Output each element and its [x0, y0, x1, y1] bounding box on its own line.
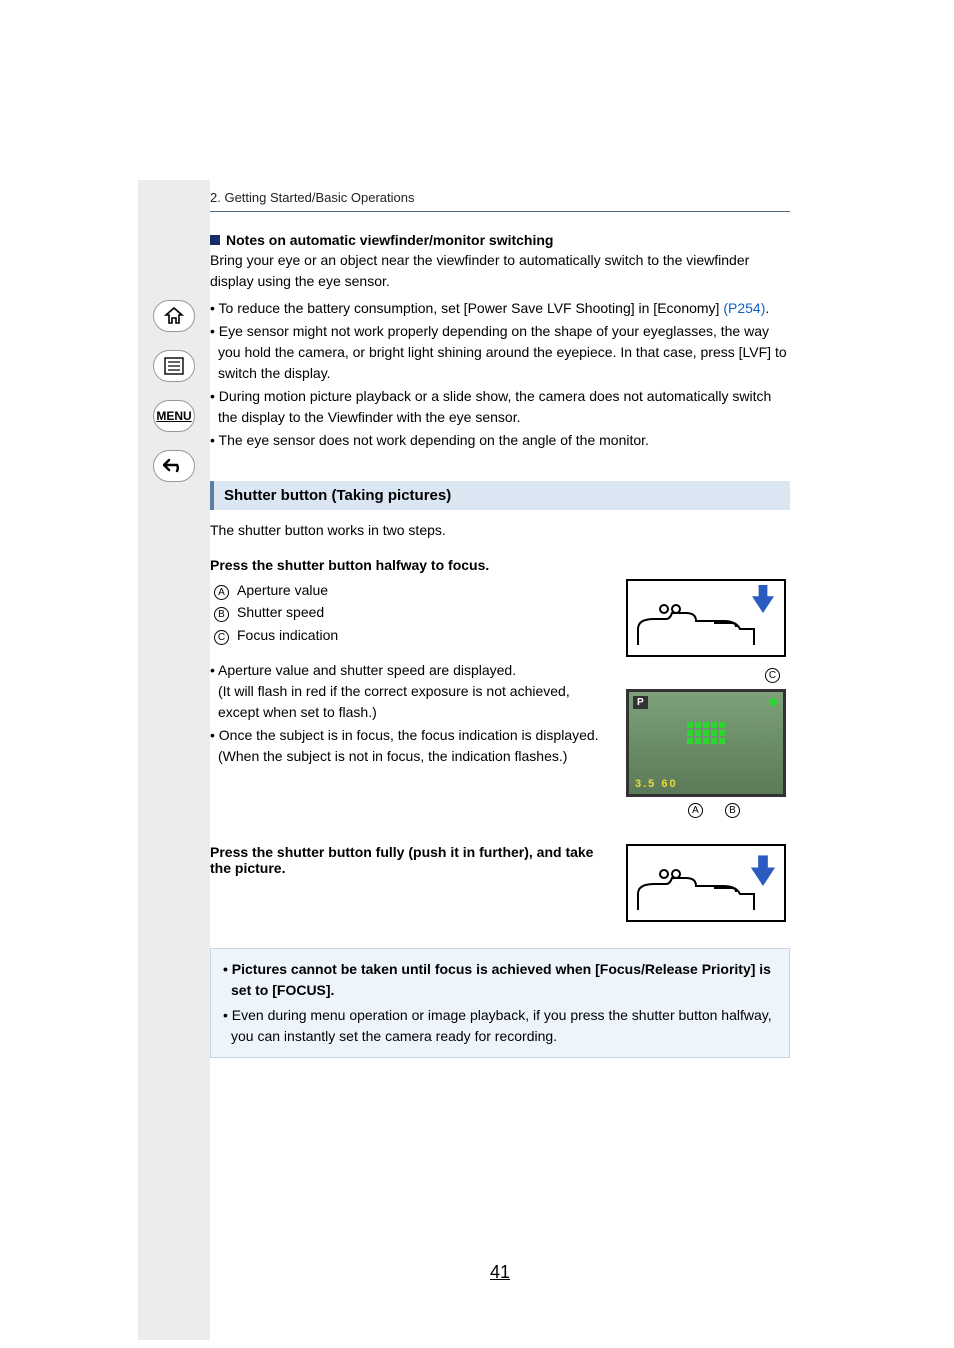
- marker-c: C: [214, 630, 229, 645]
- info-bullet: Even during menu operation or image play…: [223, 1005, 777, 1047]
- page-number: 41: [490, 1262, 510, 1283]
- page-ref-link[interactable]: (P254): [723, 300, 765, 316]
- notes-bullet: Eye sensor might not work properly depen…: [210, 321, 790, 384]
- step2-block: Press the shutter button fully (push it …: [210, 844, 790, 922]
- notes-section: Notes on automatic viewfinder/monitor sw…: [210, 232, 790, 451]
- camera-screen-preview: P 3.5 60: [626, 689, 786, 797]
- square-bullet-icon: [210, 235, 220, 245]
- toc-icon: [163, 357, 185, 375]
- ab-markers: A B: [664, 803, 748, 818]
- step1-block: A Aperture value B Shutter speed C Focus in…: [210, 579, 790, 818]
- info-callout: Pictures cannot be taken until focus is …: [210, 948, 790, 1058]
- section-title: Shutter button (Taking pictures): [210, 481, 790, 510]
- legend-text: Aperture value: [237, 582, 328, 598]
- legend-row: A Aperture value: [210, 579, 604, 601]
- nav-home-button[interactable]: [153, 300, 195, 332]
- step2-diagrams: [622, 844, 790, 922]
- notes-bullet: To reduce the battery consumption, set […: [210, 298, 790, 319]
- nav-toc-button[interactable]: [153, 350, 195, 382]
- info-bold-bullet: Pictures cannot be taken until focus is …: [223, 959, 777, 1001]
- step1-text: A Aperture value B Shutter speed C Focus in…: [210, 579, 604, 767]
- marker-a: A: [214, 585, 229, 600]
- legend-text: Shutter speed: [237, 604, 324, 620]
- exposure-readout: 3.5 60: [635, 778, 678, 790]
- notes-bullet: During motion picture playback or a slid…: [210, 386, 790, 428]
- notes-bullet: The eye sensor does not work depending o…: [210, 430, 790, 451]
- marker-c-diagram: C: [765, 668, 780, 683]
- section-intro: The shutter button works in two steps.: [210, 520, 790, 541]
- step1-bullet: Aperture value and shutter speed are dis…: [210, 660, 604, 723]
- nav-menu-button[interactable]: MENU: [153, 400, 195, 432]
- legend-row: B Shutter speed: [210, 601, 604, 623]
- notes-heading: Notes on automatic viewfinder/monitor sw…: [226, 232, 553, 248]
- chapter-heading: 2. Getting Started/Basic Operations: [210, 190, 790, 212]
- step2-heading: Press the shutter button fully (push it …: [210, 844, 604, 876]
- focus-indication-icon: [769, 698, 777, 706]
- marker-a-diagram: A: [688, 803, 703, 818]
- step1-heading: Press the shutter button halfway to focu…: [210, 557, 790, 573]
- page-content: 2. Getting Started/Basic Operations Note…: [210, 190, 790, 1058]
- home-icon: [164, 307, 184, 325]
- marker-b: B: [214, 607, 229, 622]
- nav-back-button[interactable]: [153, 450, 195, 482]
- menu-label: MENU: [156, 409, 191, 423]
- legend-row: C Focus indication: [210, 624, 604, 646]
- nav-sidebar: MENU: [138, 180, 210, 1340]
- step1-bullet: Once the subject is in focus, the focus …: [210, 725, 604, 767]
- notes-intro: Bring your eye or an object near the vie…: [210, 250, 790, 292]
- camera-outline-icon: [636, 864, 756, 912]
- mode-badge: P: [633, 696, 648, 709]
- back-icon: [163, 458, 185, 474]
- legend-text: Focus indication: [237, 627, 338, 643]
- camera-outline-icon: [636, 599, 756, 647]
- camera-fullpress-diagram: [626, 844, 786, 922]
- camera-halfpress-diagram: [626, 579, 786, 657]
- focus-grid-icon: [687, 722, 725, 744]
- marker-b-diagram: B: [725, 803, 740, 818]
- step1-diagrams: C P 3.5 60 A B: [622, 579, 790, 818]
- notes-bullets: To reduce the battery consumption, set […: [210, 298, 790, 451]
